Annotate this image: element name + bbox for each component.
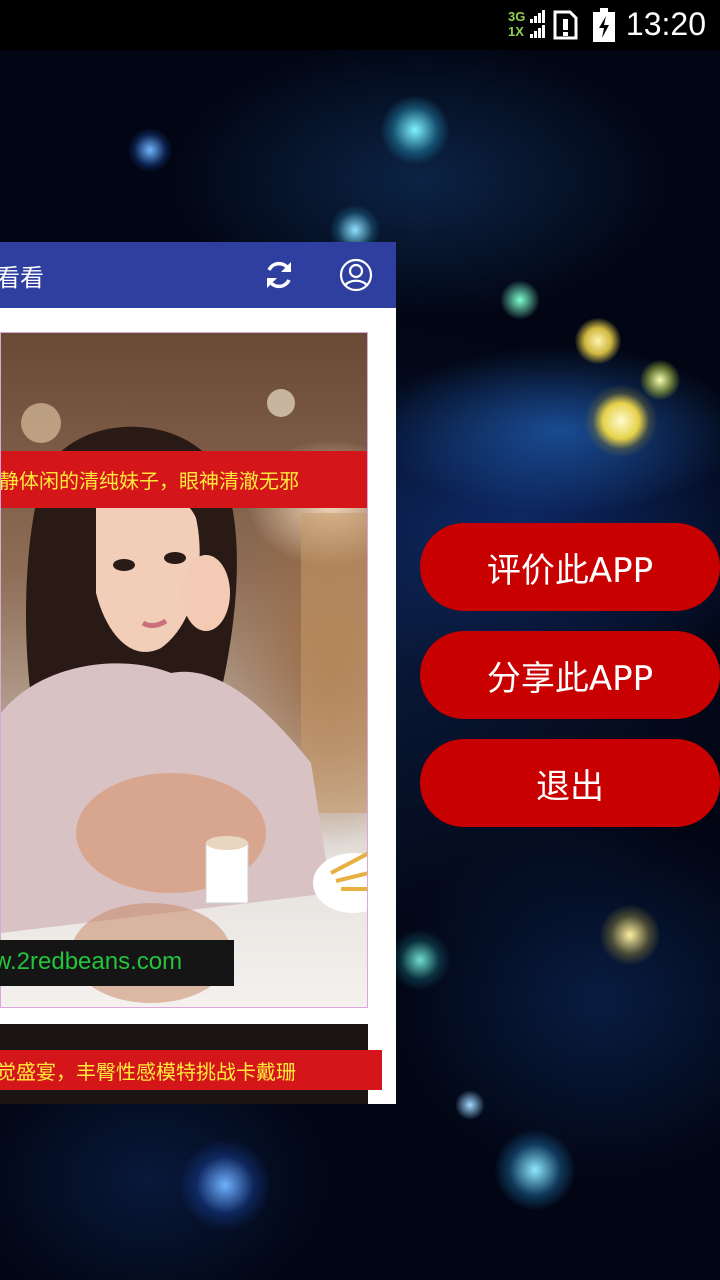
exit-button[interactable]: 退出 (420, 739, 720, 827)
feed-photo (1, 389, 367, 1003)
watermark-text: w.2redbeans.com (0, 948, 183, 975)
feed-item-caption: 静体闲的清纯妹子，眼神清澈无邪 (1, 451, 367, 508)
status-bar: 3G 1X 13:20 (0, 0, 720, 50)
refresh-icon[interactable] (262, 258, 296, 292)
battery-charging-icon (593, 8, 615, 42)
page-title: 看看 (0, 264, 44, 292)
main-content-panel[interactable]: 看看 静体闲的清纯妹子，眼神清澈无邪 w.2redbeans.com 觉盛宴，丰… (0, 242, 396, 1104)
feed-item-caption: 觉盛宴，丰臀性感模特挑战卡戴珊 (0, 1050, 382, 1090)
signal-icon: 3G 1X (508, 9, 548, 41)
sim-alert-icon (553, 10, 578, 40)
photo-watermark: w.2redbeans.com (0, 940, 234, 986)
caption-text: 觉盛宴，丰臀性感模特挑战卡戴珊 (0, 1060, 296, 1084)
user-account-icon[interactable] (339, 258, 373, 292)
rate-app-button[interactable]: 评价此APP (420, 523, 720, 611)
share-app-button[interactable]: 分享此APP (420, 631, 720, 719)
status-time: 13:20 (625, 6, 706, 42)
app-bar: 看看 (0, 242, 396, 308)
caption-text: 静体闲的清纯妹子，眼神清澈无邪 (1, 469, 299, 493)
feed-card[interactable]: 静体闲的清纯妹子，眼神清澈无邪 (0, 332, 368, 1008)
